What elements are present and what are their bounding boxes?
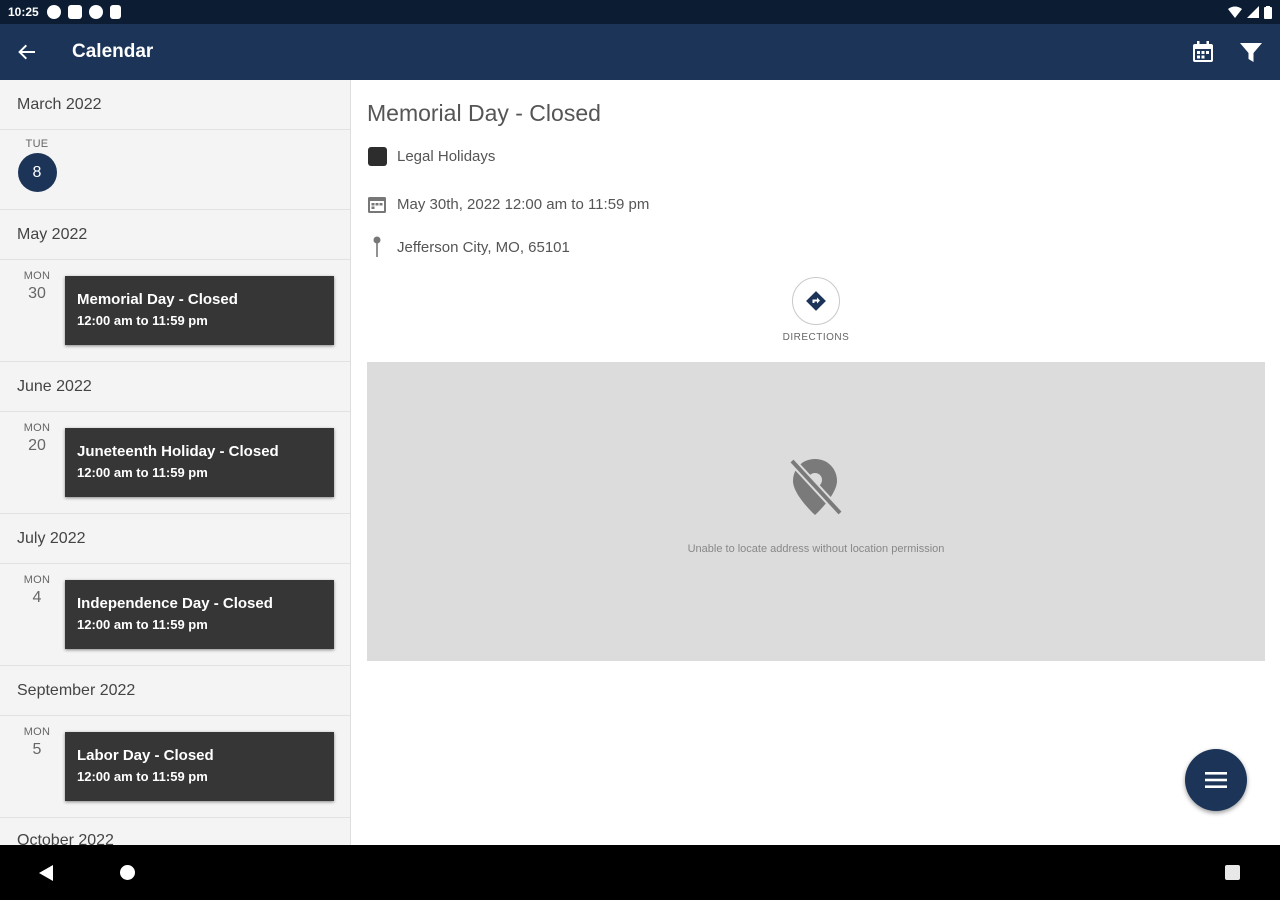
list-item: MON 20 Juneteenth Holiday - Closed 12:00… (0, 412, 350, 514)
datetime-text: May 30th, 2022 12:00 am to 11:59 pm (397, 195, 650, 213)
filter-button[interactable] (1238, 39, 1264, 65)
day-of-week: MON (23, 574, 51, 586)
directions-label: DIRECTIONS (782, 332, 850, 343)
map-placeholder: Unable to locate address without locatio… (367, 362, 1265, 661)
day-number: 20 (28, 437, 46, 454)
nav-recents-icon[interactable] (1225, 865, 1240, 880)
event-title: Memorial Day - Closed (77, 291, 238, 308)
event-card-independence-day[interactable]: Independence Day - Closed 12:00 am to 11… (65, 580, 334, 649)
event-datetime: May 30th, 2022 12:00 am to 11:59 pm (367, 194, 649, 214)
map-message: Unable to locate address without locatio… (687, 543, 945, 555)
day-of-week: MON (23, 726, 51, 738)
calendar-icon (368, 197, 386, 213)
app-bar: Calendar (0, 24, 1280, 80)
list-item: MON 4 Independence Day - Closed 12:00 am… (0, 564, 350, 666)
month-header: March 2022 (0, 80, 350, 130)
category-label: Legal Holidays (397, 147, 496, 165)
category-color-icon (367, 146, 387, 166)
status-bar: 10:25 (0, 0, 1280, 24)
event-title: Independence Day - Closed (77, 595, 273, 612)
arrow-left-icon (18, 44, 35, 60)
list-item: MON 5 Labor Day - Closed 12:00 am to 11:… (0, 716, 350, 818)
calendar-view-button[interactable] (1190, 39, 1216, 65)
day-of-week: MON (23, 270, 51, 282)
location-text: Jefferson City, MO, 65101 (397, 238, 570, 256)
notification-icon (88, 5, 103, 19)
event-title: Juneteenth Holiday - Closed (77, 443, 279, 460)
month-header: October 2022 (17, 832, 114, 845)
notification-icon (46, 5, 61, 19)
month-header: September 2022 (0, 666, 350, 716)
pin-icon (373, 236, 381, 257)
signal-icon (1247, 6, 1259, 18)
battery-icon (1264, 5, 1272, 19)
month-header: June 2022 (0, 362, 350, 412)
sd-card-icon (109, 5, 121, 19)
menu-icon (1205, 772, 1227, 788)
calendar-icon (1193, 41, 1213, 62)
event-card-labor-day[interactable]: Labor Day - Closed 12:00 am to 11:59 pm (65, 732, 334, 801)
event-list[interactable]: March 2022 TUE 8 May 2022 MON 30 Memoria… (0, 80, 351, 845)
event-detail-title: Memorial Day - Closed (367, 100, 601, 126)
month-header: May 2022 (0, 210, 350, 260)
nav-home-icon[interactable] (120, 865, 135, 880)
directions-icon (806, 291, 826, 311)
list-item: TUE 8 (0, 130, 350, 210)
event-title: Labor Day - Closed (77, 747, 214, 764)
nav-back-icon[interactable] (38, 864, 54, 882)
day-of-week: TUE (25, 138, 49, 150)
back-button[interactable] (0, 24, 54, 80)
system-nav-bar (0, 845, 1280, 900)
status-time: 10:25 (8, 5, 39, 19)
event-time: 12:00 am to 11:59 pm (77, 313, 208, 328)
day-number: 5 (32, 741, 42, 758)
page-title: Calendar (72, 41, 154, 62)
day-of-week: MON (23, 422, 51, 434)
wifi-icon (1228, 6, 1242, 18)
location-off-icon (789, 458, 843, 516)
filter-icon (1240, 43, 1262, 62)
event-card-juneteenth[interactable]: Juneteenth Holiday - Closed 12:00 am to … (65, 428, 334, 497)
event-category: Legal Holidays (367, 146, 495, 166)
month-header: July 2022 (0, 514, 350, 564)
event-detail: Memorial Day - Closed Legal Holidays May… (352, 80, 1280, 845)
event-time: 12:00 am to 11:59 pm (77, 769, 208, 784)
directions-button[interactable]: DIRECTIONS (781, 277, 851, 343)
list-item: MON 30 Memorial Day - Closed 12:00 am to… (0, 260, 350, 362)
event-card-memorial-day[interactable]: Memorial Day - Closed 12:00 am to 11:59 … (65, 276, 334, 345)
notification-icon (67, 5, 82, 19)
today-indicator: 8 (17, 153, 57, 192)
menu-fab-button[interactable] (1185, 749, 1247, 811)
event-location: Jefferson City, MO, 65101 (367, 236, 570, 257)
day-number: 4 (32, 589, 42, 606)
event-time: 12:00 am to 11:59 pm (77, 465, 208, 480)
day-number: 30 (28, 285, 46, 302)
event-time: 12:00 am to 11:59 pm (77, 617, 208, 632)
